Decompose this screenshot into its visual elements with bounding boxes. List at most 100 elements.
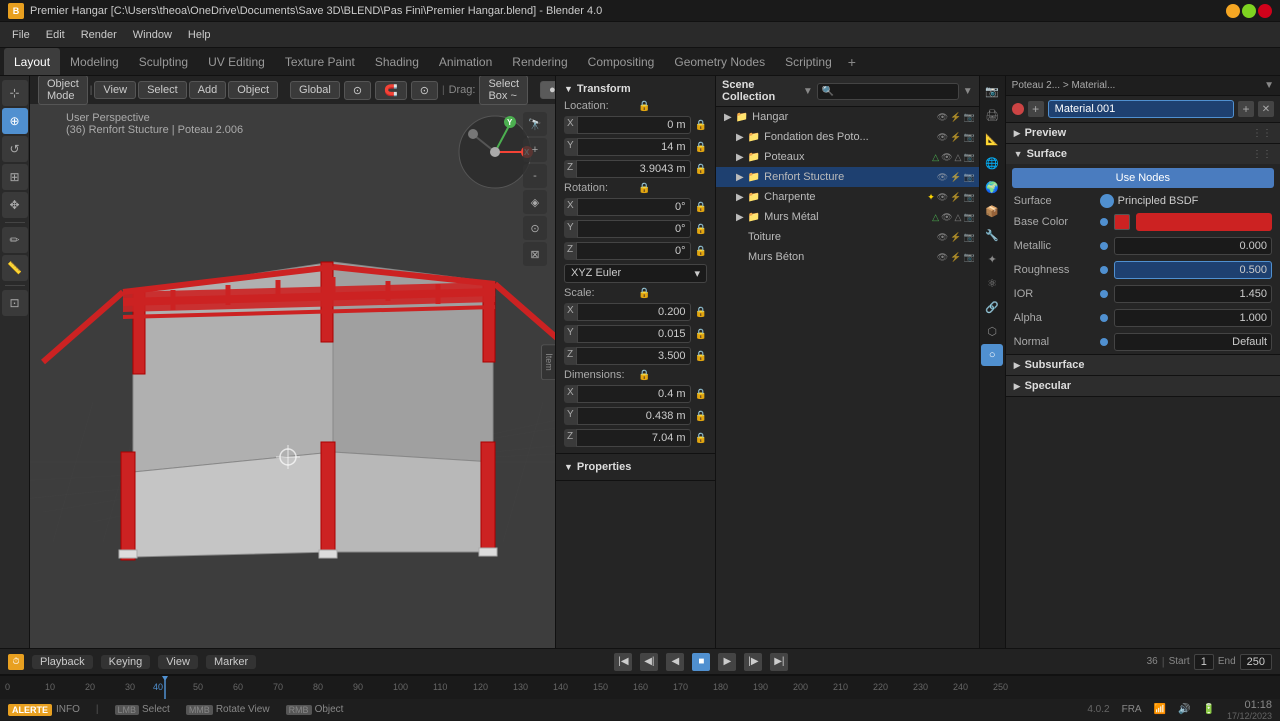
play-forward-btn[interactable]: ▶ xyxy=(718,653,736,671)
tab-geometry-nodes[interactable]: Geometry Nodes xyxy=(664,48,775,75)
add-primitive-btn[interactable]: ⊡ xyxy=(2,290,28,316)
view-layer-tab[interactable]: 📐 xyxy=(981,128,1003,150)
stop-btn[interactable]: ■ xyxy=(692,653,710,671)
z-rot-value[interactable]: 0° xyxy=(576,242,690,260)
specular-header[interactable]: ▶ Specular xyxy=(1006,376,1280,396)
physics-tab[interactable]: ⚛ xyxy=(981,272,1003,294)
pivot-dropdown[interactable]: ⊙ xyxy=(344,81,371,100)
menu-file[interactable]: File xyxy=(4,27,38,43)
x-scale-value[interactable]: 0.200 xyxy=(577,303,691,321)
rotation-lock[interactable]: 🔒 xyxy=(638,183,650,194)
murs-metal-render-icon[interactable]: △ xyxy=(955,212,962,223)
properties-header[interactable]: ▼ Properties xyxy=(556,458,715,476)
current-frame-display[interactable]: 36 xyxy=(1147,656,1158,667)
murs-beton-camera-icon[interactable]: 📷 xyxy=(963,252,974,263)
charpente-camera-icon[interactable]: 📷 xyxy=(963,192,974,203)
outliner-item-poteaux[interactable]: ▶ 📁 Poteaux △ 👁 △ 📷 xyxy=(716,147,979,167)
renfort-eye-icon[interactable]: 👁 xyxy=(937,172,948,183)
x-scale-lock[interactable]: 🔒 xyxy=(695,307,707,318)
surface-options[interactable]: ⋮⋮ xyxy=(1252,149,1272,160)
preview-options[interactable]: ⋮⋮ xyxy=(1252,128,1272,139)
y-rot-lock[interactable]: 🔒 xyxy=(695,224,707,235)
charpente-eye-icon[interactable]: 👁 xyxy=(937,192,948,203)
orientation-dropdown[interactable]: Global xyxy=(290,81,340,99)
tab-animation[interactable]: Animation xyxy=(429,48,502,75)
object-properties-tab[interactable]: 📦 xyxy=(981,200,1003,222)
roughness-value[interactable]: 0.500 xyxy=(1114,261,1272,279)
material-name-input[interactable] xyxy=(1048,100,1234,118)
renfort-camera-icon[interactable]: 📷 xyxy=(963,172,974,183)
material-remove-btn[interactable]: ✕ xyxy=(1258,101,1274,117)
z-loc-lock[interactable]: 🔒 xyxy=(695,164,707,175)
y-scale-lock[interactable]: 🔒 xyxy=(695,329,707,340)
surface-section-header[interactable]: ▼ Surface ⋮⋮ xyxy=(1006,144,1280,164)
outliner-item-charpente[interactable]: ▶ 📁 Charpente ✦ 👁 ⚡ 📷 xyxy=(716,187,979,207)
z-rot-lock[interactable]: 🔒 xyxy=(695,246,707,257)
transform-tool-btn[interactable]: ✥ xyxy=(2,192,28,218)
alpha-value[interactable]: 1.000 xyxy=(1114,309,1272,327)
x-loc-lock[interactable]: 🔒 xyxy=(695,120,707,131)
x-dim-lock[interactable]: 🔒 xyxy=(695,389,707,400)
step-back-btn[interactable]: ◀| xyxy=(640,653,658,671)
murs-beton-eye-icon[interactable]: 👁 xyxy=(937,252,948,263)
dimensions-lock[interactable]: 🔒 xyxy=(638,370,650,381)
breadcrumb-filter-icon[interactable]: ▼ xyxy=(1264,80,1274,91)
y-loc-lock[interactable]: 🔒 xyxy=(695,142,707,153)
maximize-button[interactable]: □ xyxy=(1242,4,1256,18)
outliner-item-fondation[interactable]: ▶ 📁 Fondation des Poto... 👁 ⚡ 📷 xyxy=(716,127,979,147)
scene-3d[interactable] xyxy=(30,162,555,562)
hangar-camera-icon[interactable]: 📷 xyxy=(963,112,974,123)
material-list-btn[interactable]: + xyxy=(1028,101,1044,117)
fondation-eye-icon[interactable]: 👁 xyxy=(937,132,948,143)
timeline-ruler[interactable]: 0 10 20 30 40 50 60 70 80 90 100 110 120… xyxy=(0,675,1280,699)
x-dim-value[interactable]: 0.4 m xyxy=(577,385,691,403)
viewport-shading-solid[interactable]: ● xyxy=(540,81,555,99)
render-properties-tab[interactable]: 📷 xyxy=(981,80,1003,102)
move-tool-btn[interactable]: ⊕ xyxy=(2,108,28,134)
jump-start-btn[interactable]: |◀ xyxy=(614,653,632,671)
jump-end-btn[interactable]: ▶| xyxy=(770,653,788,671)
y-dim-lock[interactable]: 🔒 xyxy=(695,411,707,422)
renfort-render-icon[interactable]: ⚡ xyxy=(950,172,961,183)
particles-tab[interactable]: ✦ xyxy=(981,248,1003,270)
timeline-view-menu[interactable]: View xyxy=(158,655,198,669)
scale-lock[interactable]: 🔒 xyxy=(638,288,650,299)
x-rot-lock[interactable]: 🔒 xyxy=(695,202,707,213)
output-properties-tab[interactable]: 🖨 xyxy=(981,104,1003,126)
playback-menu[interactable]: Playback xyxy=(32,655,93,669)
step-forward-btn[interactable]: |▶ xyxy=(744,653,762,671)
toiture-eye-icon[interactable]: 👁 xyxy=(937,232,948,243)
constraints-tab[interactable]: 🔗 xyxy=(981,296,1003,318)
tab-uv-editing[interactable]: UV Editing xyxy=(198,48,275,75)
fondation-render-icon[interactable]: ⚡ xyxy=(950,132,961,143)
minimize-button[interactable]: — xyxy=(1226,4,1240,18)
select-box-dropdown[interactable]: Select Box ~ xyxy=(479,76,528,105)
x-rot-value[interactable]: 0° xyxy=(577,198,691,216)
murs-metal-eye-icon[interactable]: 👁 xyxy=(941,212,952,223)
window-controls[interactable]: — □ ✕ xyxy=(1226,4,1272,18)
outliner-search-input[interactable] xyxy=(817,83,959,100)
menu-window[interactable]: Window xyxy=(125,27,180,43)
toggle-quad-view[interactable]: ⊠ xyxy=(523,242,547,266)
tab-scripting[interactable]: Scripting xyxy=(775,48,842,75)
zoom-out-btn[interactable]: - xyxy=(523,164,547,188)
modifier-properties-tab[interactable]: 🔧 xyxy=(981,224,1003,246)
keying-menu[interactable]: Keying xyxy=(101,655,151,669)
z-loc-value[interactable]: 3.9043 m xyxy=(576,160,690,178)
murs-beton-render-icon[interactable]: ⚡ xyxy=(950,252,961,263)
menu-edit[interactable]: Edit xyxy=(38,27,73,43)
tab-texture-paint[interactable]: Texture Paint xyxy=(275,48,365,75)
y-scale-value[interactable]: 0.015 xyxy=(577,325,691,343)
location-lock[interactable]: 🔒 xyxy=(638,101,650,112)
end-frame-input[interactable]: 250 xyxy=(1240,654,1272,670)
z-scale-value[interactable]: 3.500 xyxy=(576,347,690,365)
add-tab-button[interactable]: + xyxy=(842,52,862,72)
fondation-camera-icon[interactable]: 📷 xyxy=(963,132,974,143)
z-dim-value[interactable]: 7.04 m xyxy=(576,429,690,447)
outliner-item-hangar[interactable]: ▶ 📁 Hangar 👁 ⚡ 📷 xyxy=(716,107,979,127)
marker-menu[interactable]: Marker xyxy=(206,655,256,669)
snap-toggle[interactable]: 🧲 xyxy=(375,81,407,100)
material-new-btn[interactable]: + xyxy=(1238,101,1254,117)
metallic-value[interactable]: 0.000 xyxy=(1114,237,1272,255)
euler-dropdown[interactable]: XYZ Euler ▾ xyxy=(564,264,707,283)
